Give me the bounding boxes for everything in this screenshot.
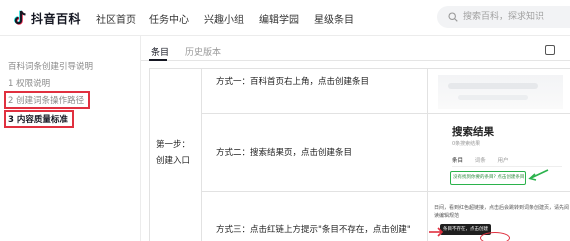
screenshot-red-link: 日间，看到红色超链接，点击后会跳转到词条创建页，请先阅读编辑规范 条目不存在，点…: [427, 192, 570, 241]
red-link-example-text: 日间，看到红色超链接，点击后会跳转到词条创建页，请先阅读编辑规范: [434, 205, 570, 219]
blurred-bar: [458, 95, 528, 100]
steps-table: 第一步： 创建入口 方式一：百科首页右上角，点击创建条目 方式二：搜索结果页，点…: [149, 68, 570, 241]
screenshot-search-results: 搜索结果 0条搜索结果 条目 词条 用户 没有找到你要的条目? 点击创建条目: [427, 114, 570, 191]
blurred-preview: [438, 75, 563, 109]
sidebar-toc: 百科词条创建引导说明 1 权限说明 2 创建词条操作路径 3 内容质量标准: [0, 36, 140, 241]
table-row: 方式二：搜索结果页，点击创建条目 搜索结果 0条搜索结果 条目 词条 用户 没有…: [202, 114, 570, 192]
search-input[interactable]: [463, 6, 570, 28]
method-three-text: 方式三：点击红链上方提示"条目不存在，点击创建": [216, 225, 411, 235]
green-arrow-icon: [528, 169, 549, 181]
table-row: 方式一：百科首页右上角，点击创建条目: [202, 69, 570, 114]
catalog-button[interactable]: [545, 42, 570, 57]
toc-item-permissions[interactable]: 1 权限说明: [8, 77, 50, 89]
nav-item-editing-academy[interactable]: 编辑学园: [259, 11, 299, 26]
logo[interactable]: 抖音百科: [12, 9, 81, 27]
create-entry-prompt: 没有找到你要的条目? 点击创建条目: [453, 175, 525, 180]
toc-item-quality-standard[interactable]: 3 内容质量标准: [4, 110, 74, 128]
nav-item-task-center[interactable]: 任务中心: [149, 11, 189, 26]
table-row: 方式三：点击红链上方提示"条目不存在，点击创建" 日间，看到红色超链接，点击后会…: [202, 192, 570, 241]
search-results-count: 0条搜索结果: [452, 141, 481, 147]
method-two-text: 方式二：搜索结果页，点击创建条目: [216, 148, 353, 158]
douyin-logo-icon: [14, 10, 26, 25]
search-results-heading: 搜索结果: [452, 126, 494, 138]
method-one-text: 方式一：百科首页右上角，点击创建条目: [216, 77, 370, 87]
toc-title[interactable]: 百科词条创建引导说明: [8, 60, 93, 72]
top-bar: 抖音百科 社区首页 任务中心 兴趣小组 编辑学园 星级条目: [0, 0, 570, 36]
tab-history[interactable]: 历史版本: [185, 45, 221, 58]
main-content: 条目 历史版本 第一步： 创建入口 方式一：百科首页右上角，点击创建条目 方式二…: [140, 36, 570, 241]
result-tab: 条目: [452, 158, 464, 164]
tab-bar: 条目 历史版本: [141, 36, 570, 61]
red-link-highlight: [480, 232, 510, 241]
step-label: 第一步： 创建入口: [156, 137, 190, 169]
catalog-icon: [545, 44, 555, 55]
logo-text: 抖音百科: [31, 11, 82, 26]
toc-item-create-path[interactable]: 2 创建词条操作路径: [4, 91, 91, 109]
active-tab-indicator: [149, 59, 167, 61]
result-tab: 词条: [474, 158, 486, 164]
nav-item-interest-groups[interactable]: 兴趣小组: [204, 11, 244, 26]
red-arrow-icon: [429, 227, 444, 237]
step-cell: 第一步： 创建入口: [150, 69, 202, 241]
result-tab: 用户: [497, 158, 509, 164]
tab-entry[interactable]: 条目: [151, 45, 169, 58]
step-label-line1: 第一步：: [156, 140, 191, 150]
nav-item-star-entries[interactable]: 星级条目: [314, 11, 354, 26]
divider: [452, 166, 562, 167]
screenshot-homepage: [427, 69, 570, 113]
nav-item-community-home[interactable]: 社区首页: [96, 11, 136, 26]
step-label-line2: 创建入口: [156, 156, 191, 166]
blurred-bar: [448, 83, 538, 89]
search-box[interactable]: [437, 6, 570, 28]
search-results-tabs: 条目 词条 用户: [452, 156, 519, 164]
search-icon[interactable]: [448, 12, 458, 22]
